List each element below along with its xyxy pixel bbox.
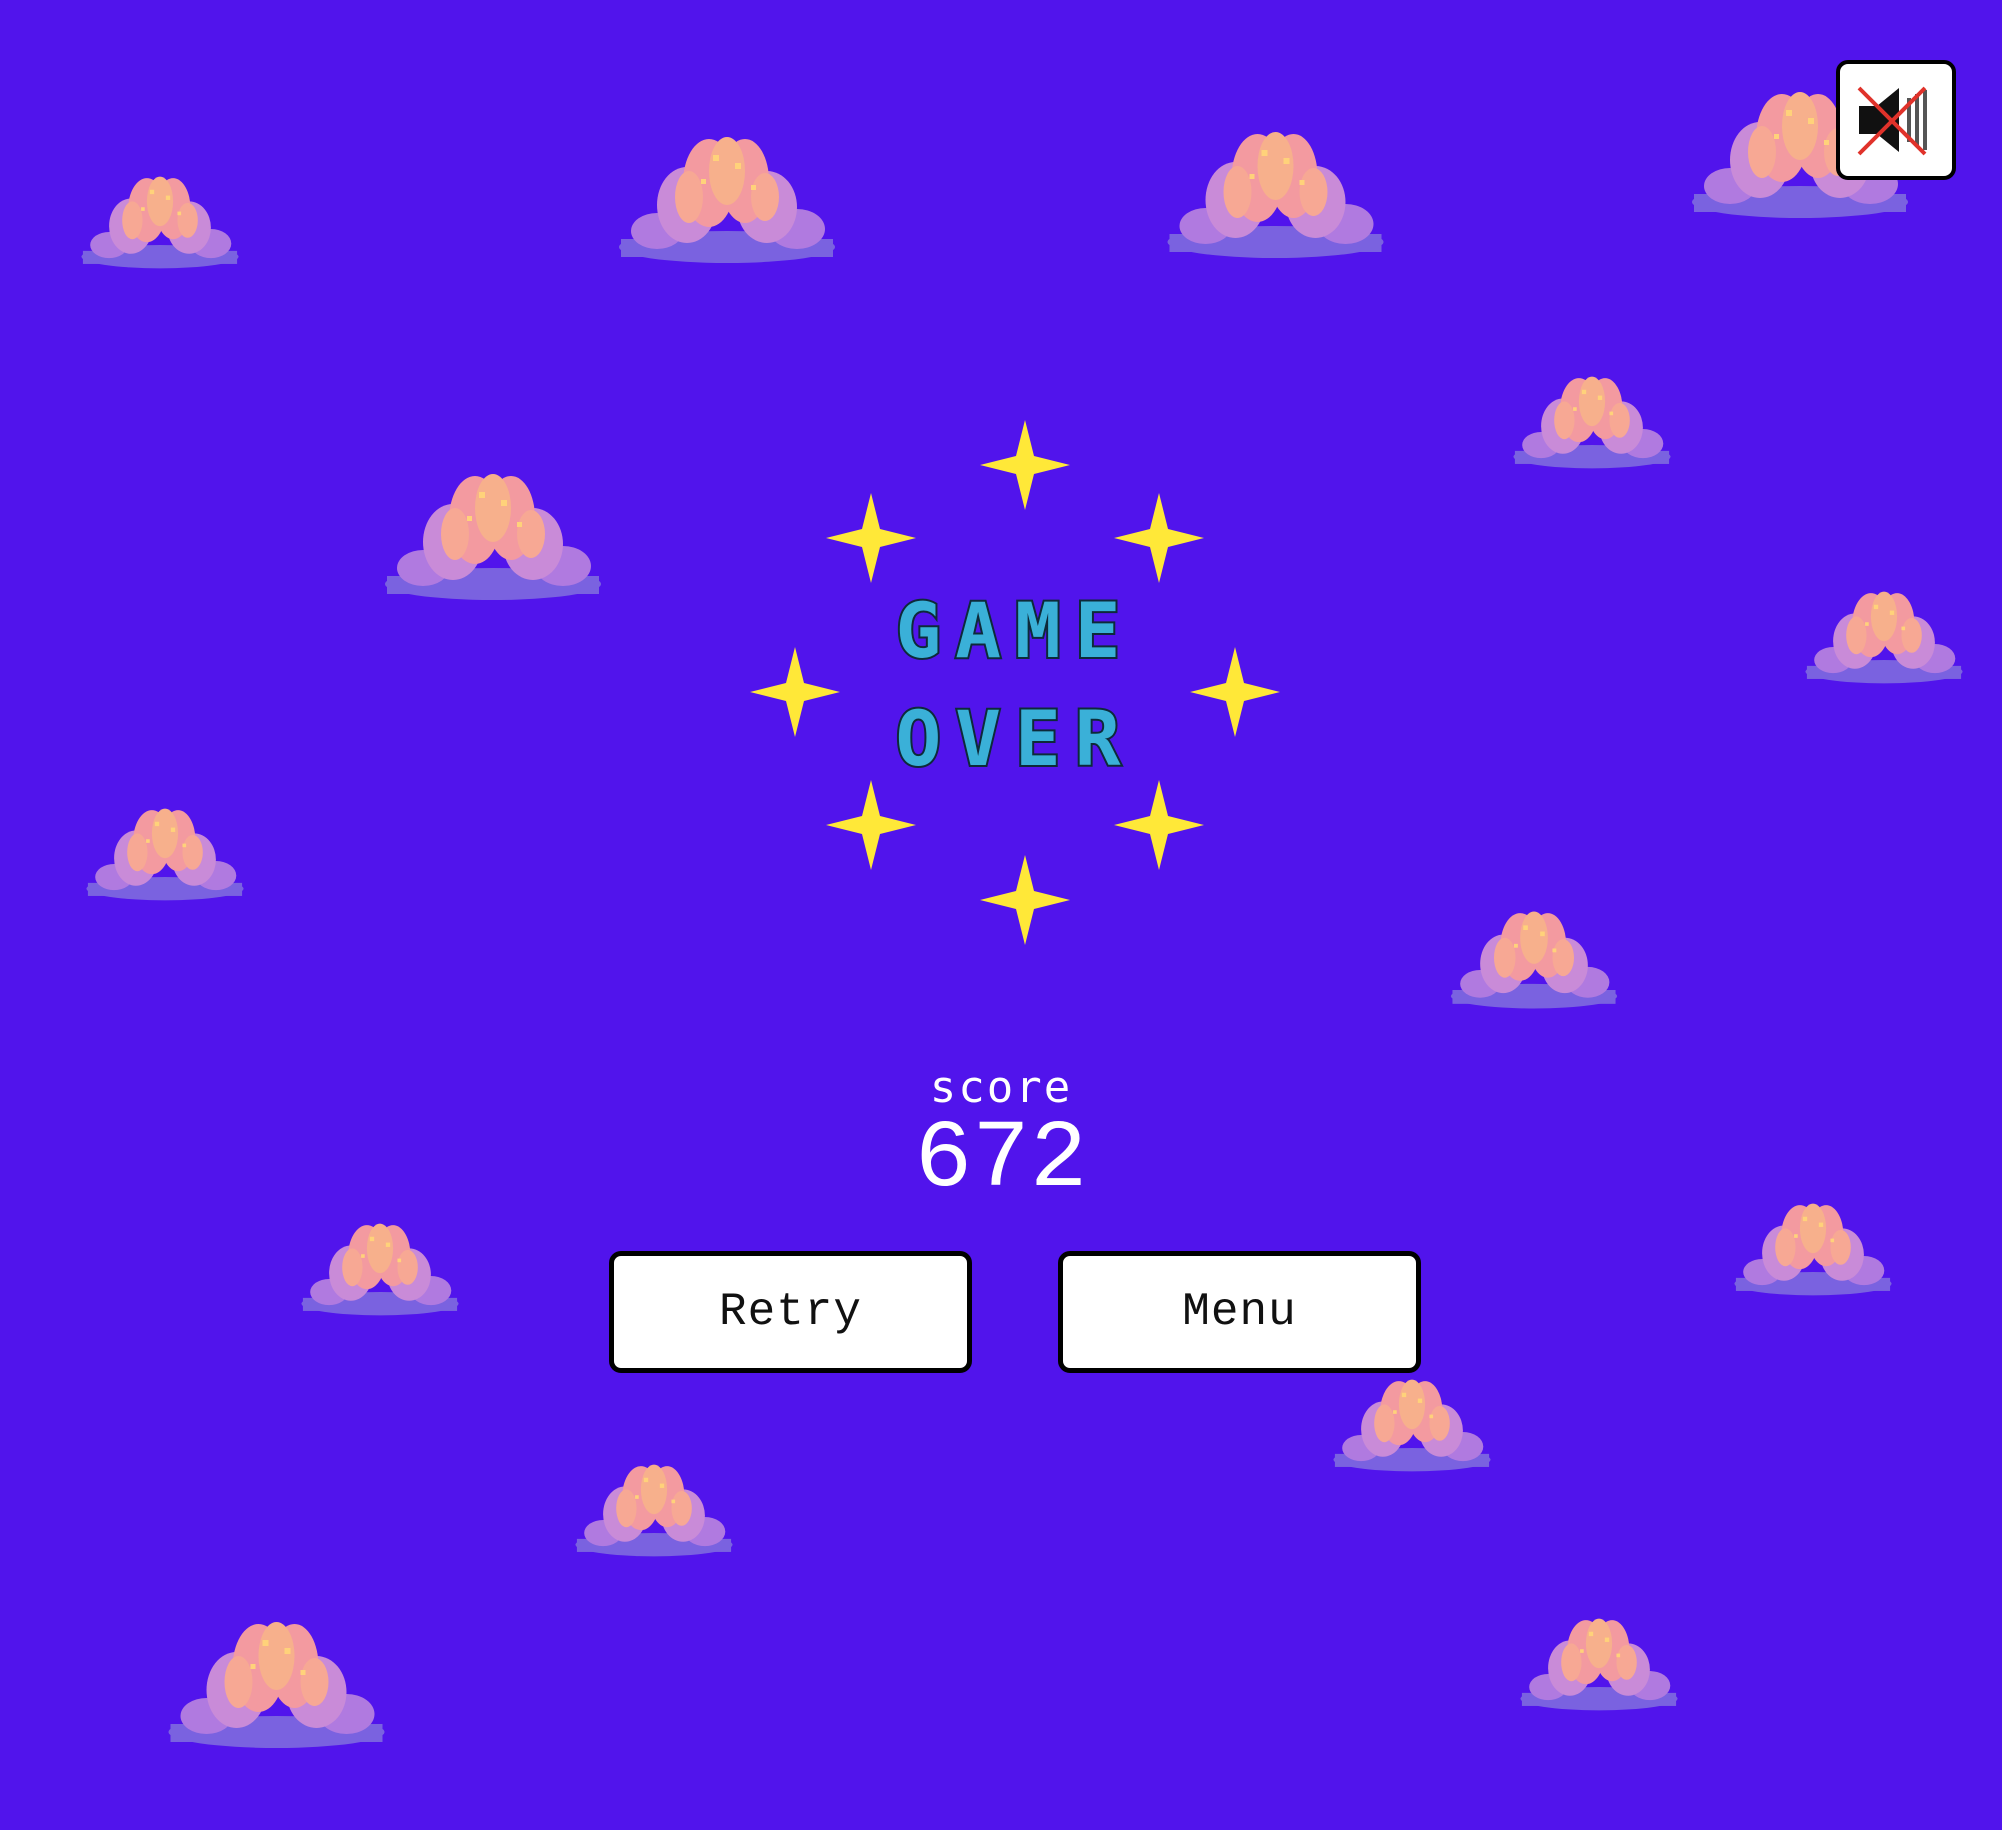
title-line-game: GAME — [895, 586, 1134, 675]
star-icon — [826, 780, 916, 870]
cloud — [619, 137, 835, 263]
cloud — [168, 1622, 385, 1748]
retry-button[interactable]: Retry — [609, 1251, 972, 1373]
cloud — [81, 176, 239, 269]
star-icon — [750, 647, 840, 737]
star-icon — [1190, 647, 1280, 737]
menu-button[interactable]: Menu — [1058, 1251, 1421, 1373]
star-icon — [1114, 780, 1204, 870]
star-icon — [980, 420, 1070, 510]
star-icon — [1114, 493, 1204, 583]
star-icon — [980, 855, 1070, 945]
game-over-title: GAME OVER — [893, 585, 1134, 775]
cloud — [86, 808, 244, 901]
cloud — [385, 474, 601, 600]
speaker-muted-icon — [1857, 86, 1927, 156]
cloud — [301, 1223, 459, 1316]
star-icon — [826, 493, 916, 583]
cloud — [1805, 591, 1963, 684]
cloud — [575, 1464, 733, 1557]
cloud — [1450, 911, 1618, 1009]
cloud — [1167, 132, 1384, 258]
score-value: 672 — [914, 1105, 1088, 1214]
game-over-screen: GAME OVER score 672 Retry Menu — [0, 0, 2002, 1830]
cloud — [1333, 1379, 1491, 1472]
cloud — [1734, 1203, 1892, 1296]
cloud — [1520, 1618, 1678, 1711]
mute-toggle-button[interactable] — [1836, 60, 1956, 180]
cloud — [1513, 376, 1671, 469]
title-line-over: OVER — [895, 694, 1134, 775]
